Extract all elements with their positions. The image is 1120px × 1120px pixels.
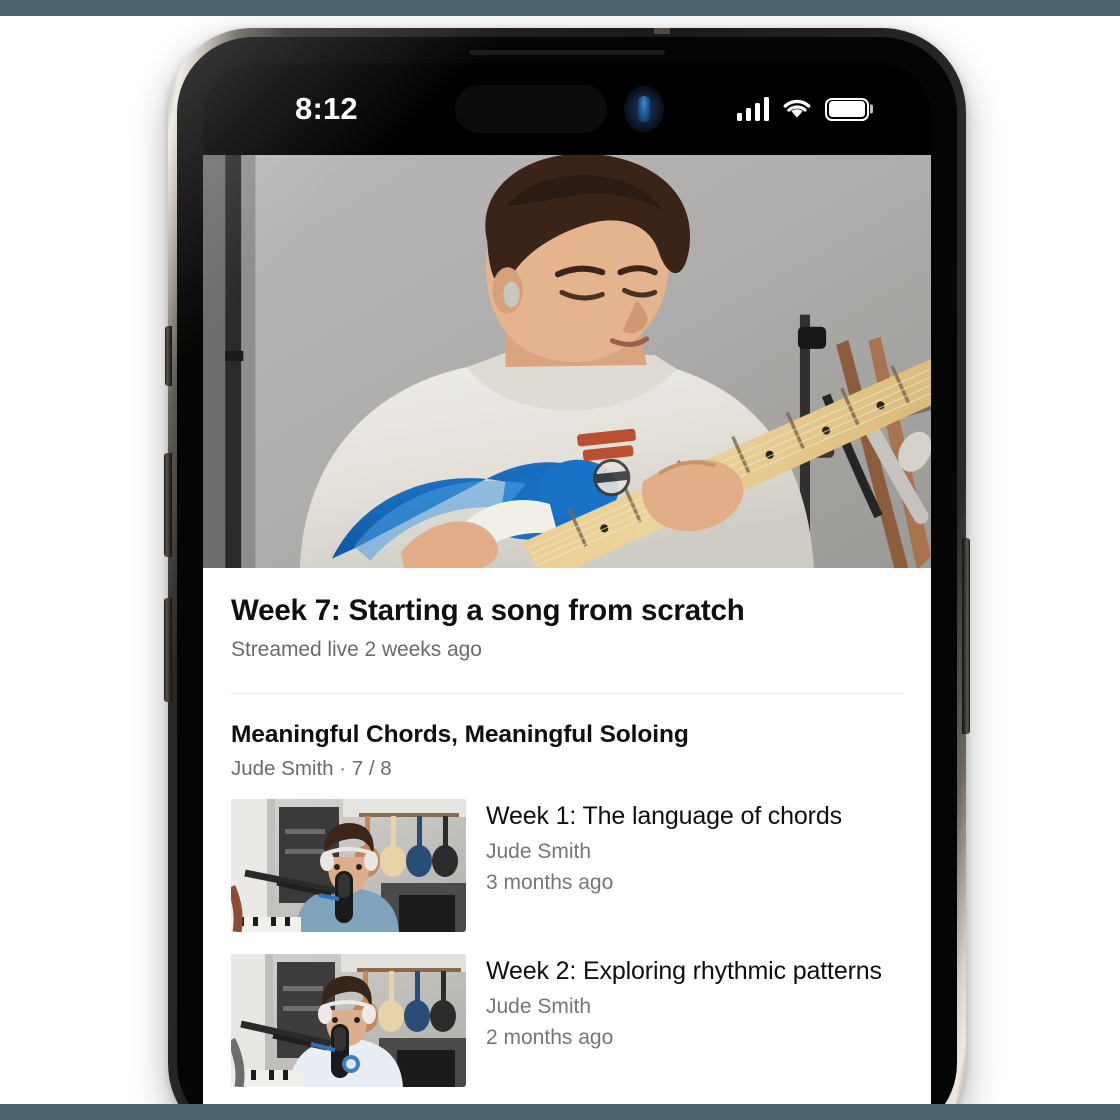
video-subtitle: Streamed live 2 weeks ago — [231, 637, 482, 661]
status-bar-clock: 8:12 — [295, 91, 358, 126]
list-item-thumbnail[interactable] — [231, 798, 466, 932]
list-item-date: 3 months ago — [486, 871, 614, 895]
list-item-text: Week 2: Exploring rhythmic patterns Jude… — [486, 954, 882, 1087]
status-bar: 8:12 — [203, 63, 931, 155]
page-root: 8:12 Week 7: Starting a song from scratc… — [0, 0, 1120, 1120]
front-camera-lens-icon — [624, 86, 664, 132]
phone-device-frame: 8:12 Week 7: Starting a song from scratc… — [164, 28, 970, 1120]
top-edge-bar — [0, 0, 1120, 16]
volume-down-button[interactable] — [164, 598, 172, 702]
list-item[interactable]: Week 2: Exploring rhythmic patterns Jude… — [231, 953, 903, 1087]
list-item[interactable]: Week 1: The language of chords Jude Smit… — [231, 798, 903, 932]
list-item-channel: Jude Smith — [486, 840, 592, 864]
phone-screen: 8:12 Week 7: Starting a song from scratc… — [203, 63, 931, 1120]
playlist-byline: Jude Smith · 7 / 8 — [231, 756, 392, 780]
status-bar-indicators — [736, 97, 869, 121]
list-item-title: Week 1: The language of chords — [486, 801, 842, 830]
list-item-thumbnail-image — [231, 798, 466, 932]
cellular-signal-icon — [736, 97, 769, 121]
antenna-band-nick — [654, 28, 670, 34]
list-item-title: Week 2: Exploring rhythmic patterns — [486, 956, 882, 985]
earpiece-speaker-slot — [469, 50, 665, 55]
power-button[interactable] — [962, 538, 970, 734]
app-content: Week 7: Starting a song from scratch Str… — [203, 155, 931, 1120]
playlist-header[interactable]: Meaningful Chords, Meaningful Soloing Ju… — [203, 694, 931, 781]
video-player-thumbnail[interactable] — [203, 155, 931, 568]
action-button[interactable] — [165, 326, 172, 386]
list-item-thumbnail-image — [231, 953, 466, 1087]
list-item-text: Week 1: The language of chords Jude Smit… — [486, 799, 842, 932]
playlist-item-list: Week 1: The language of chords Jude Smit… — [203, 798, 931, 1087]
volume-up-button[interactable] — [164, 453, 172, 557]
dynamic-island[interactable] — [455, 85, 607, 133]
video-meta-block: Week 7: Starting a song from scratch Str… — [203, 568, 931, 662]
playlist-title: Meaningful Chords, Meaningful Soloing — [231, 720, 689, 748]
video-thumbnail-image — [203, 155, 931, 568]
bottom-edge-bar — [0, 1104, 1120, 1120]
phone-body: 8:12 Week 7: Starting a song from scratc… — [177, 37, 957, 1120]
list-item-channel: Jude Smith — [486, 995, 592, 1019]
video-title: Week 7: Starting a song from scratch — [231, 594, 745, 627]
wifi-icon — [783, 99, 811, 118]
list-item-date: 2 months ago — [486, 1026, 614, 1050]
list-item-thumbnail[interactable] — [231, 953, 466, 1087]
battery-icon — [825, 97, 869, 121]
